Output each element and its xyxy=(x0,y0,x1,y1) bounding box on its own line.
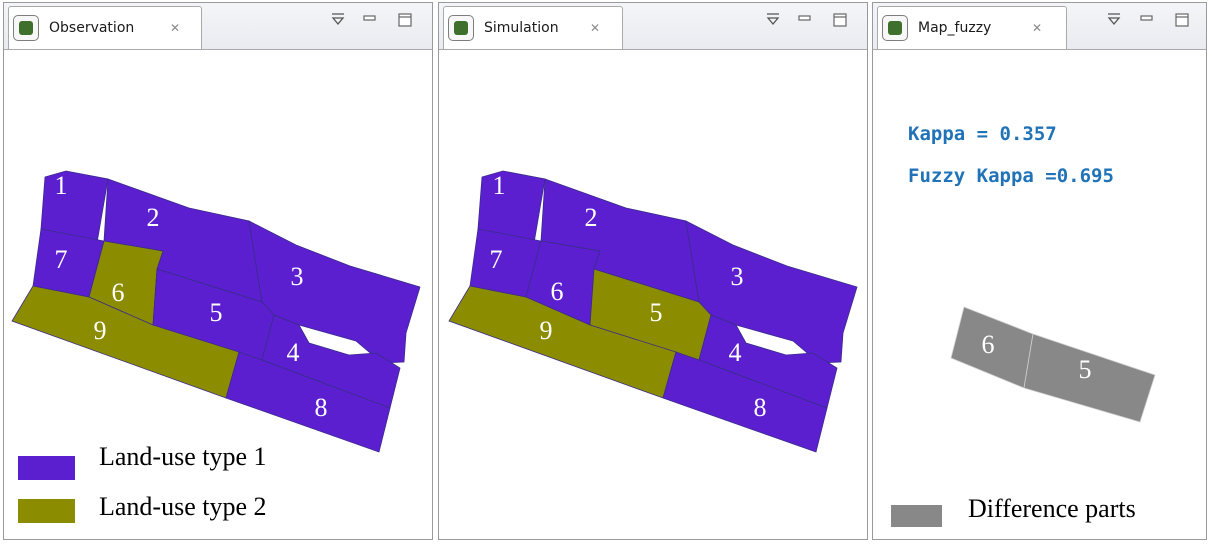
observation-view: Observation ✕ 1 2 3 7 6 5 9 4 8 Land-use… xyxy=(3,2,433,540)
parcel-label-9: 9 xyxy=(540,316,553,345)
parcel-label-5: 5 xyxy=(650,298,663,327)
parcel-label-1: 1 xyxy=(55,171,68,200)
parcel-label-3: 3 xyxy=(731,262,744,291)
legend-label-type-2: Land-use type 2 xyxy=(99,492,267,521)
parcel-label-2: 2 xyxy=(585,203,598,232)
parcel-label-8: 8 xyxy=(315,393,328,422)
parcel-label-5: 5 xyxy=(1079,355,1092,384)
parcel-label-7: 7 xyxy=(490,245,503,274)
parcel-label-9: 9 xyxy=(94,316,107,345)
legend-swatch-difference xyxy=(891,505,942,527)
parcel-label-6: 6 xyxy=(112,278,125,307)
legend-label-difference: Difference parts xyxy=(968,494,1136,523)
parcel-label-4: 4 xyxy=(287,338,300,367)
parcel-label-8: 8 xyxy=(754,393,767,422)
map-fuzzy-view: Map_fuzzy ✕ Kappa = 0.357 Fuzzy Kappa =0… xyxy=(872,2,1207,540)
parcel-label-6: 6 xyxy=(551,277,564,306)
legend-label-type-1: Land-use type 1 xyxy=(99,442,267,471)
parcel-label-4: 4 xyxy=(729,338,742,367)
parcel-label-6: 6 xyxy=(982,330,995,359)
simulation-view: Simulation ✕ 1 2 3 7 6 5 9 4 8 xyxy=(438,2,868,540)
legend-swatch-type-2 xyxy=(18,499,75,523)
parcel-label-5: 5 xyxy=(210,298,223,327)
difference-map: 6 5 xyxy=(950,306,1156,423)
parcel-label-2: 2 xyxy=(147,203,160,232)
parcel-label-3: 3 xyxy=(291,262,304,291)
legend-swatch-type-1 xyxy=(18,456,75,480)
parcel-label-7: 7 xyxy=(55,245,68,274)
parcel-label-1: 1 xyxy=(493,171,506,200)
simulation-map: 1 2 3 7 6 5 9 4 8 xyxy=(448,170,858,453)
